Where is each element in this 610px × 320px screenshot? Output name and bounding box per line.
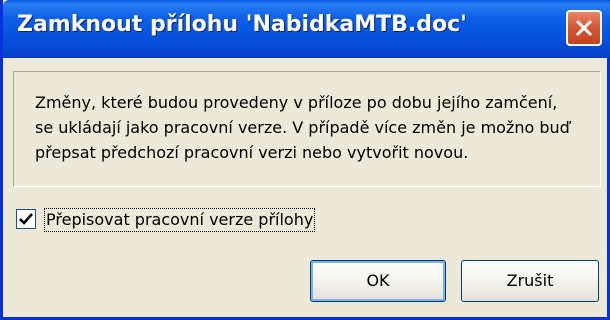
info-text: Změny, které budou provedeny v příloze p…	[35, 90, 585, 165]
cancel-button[interactable]: Zrušit	[461, 260, 599, 302]
close-button[interactable]	[566, 10, 602, 46]
info-panel: Změny, které budou provedeny v příloze p…	[13, 71, 601, 187]
overwrite-label[interactable]: Přepisovat pracovní verze přílohy	[44, 208, 316, 232]
dialog-window: Zamknout přílohu 'NabidkaMTB.doc' Změny,…	[0, 0, 610, 320]
dialog-title: Zamknout přílohu 'NabidkaMTB.doc'	[17, 12, 467, 37]
title-bar[interactable]: Zamknout přílohu 'NabidkaMTB.doc'	[3, 0, 610, 58]
info-line-2: se ukládají jako pracovní verze. V přípa…	[35, 118, 570, 137]
info-line-1: Změny, které budou provedeny v příloze p…	[35, 93, 558, 112]
info-line-3: přepsat předchozí pracovní verzi nebo vy…	[35, 143, 469, 162]
overwrite-checkbox[interactable]	[16, 209, 36, 229]
close-icon	[575, 19, 593, 37]
checkmark-icon	[19, 213, 33, 225]
ok-button[interactable]: OK	[310, 260, 446, 302]
